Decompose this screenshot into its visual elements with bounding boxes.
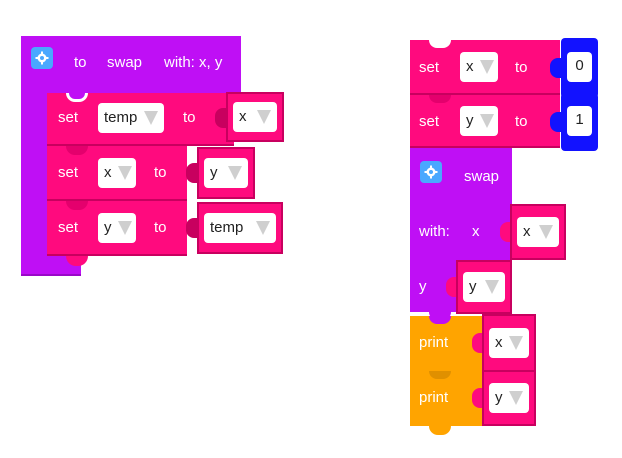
print-label: print (419, 334, 449, 351)
main-program-stack[interactable]: set x to 0 set y to 1 swap with: x x y y… (400, 30, 610, 450)
dropdown-triangle-icon (485, 280, 499, 294)
dropdown-triangle-icon (144, 111, 158, 125)
dropdown-triangle-icon (117, 166, 132, 180)
set-label: set (58, 219, 79, 236)
to-label: to (183, 109, 196, 126)
set-label: set (419, 113, 440, 130)
variable-dropdown[interactable]: y (463, 272, 505, 302)
variable-dropdown[interactable]: y (98, 213, 136, 243)
procedure-definition-block[interactable]: to swap with: x, y set temp to x set x t… (0, 0, 284, 290)
variable-name: y (469, 278, 477, 295)
to-label: to (515, 59, 528, 76)
dropdown-triangle-icon (509, 391, 523, 405)
variable-dropdown[interactable]: temp (98, 103, 164, 133)
variable-name: x (523, 223, 531, 240)
variable-dropdown[interactable]: y (489, 383, 529, 413)
set-label: set (58, 109, 79, 126)
procedure-params: with: x, y (164, 54, 223, 71)
variable-dropdown[interactable]: y (460, 106, 498, 136)
procedure-name[interactable]: swap (107, 53, 142, 73)
set-label: set (419, 59, 440, 76)
procedure-call-name: swap (464, 168, 500, 185)
procedure-to-label: to (74, 54, 87, 71)
dropdown-triangle-icon (509, 336, 523, 350)
variable-name: x (466, 58, 474, 75)
dropdown-triangle-icon (479, 114, 494, 128)
variable-name: x (239, 108, 247, 125)
variable-name: y (466, 112, 474, 129)
to-label: to (154, 219, 167, 236)
set-label: set (58, 164, 79, 181)
variable-name: x (495, 334, 503, 351)
variable-dropdown[interactable]: x (517, 217, 559, 247)
variable-dropdown[interactable]: y (204, 158, 248, 188)
variable-name: y (104, 219, 112, 236)
procedure-shadow (21, 274, 81, 276)
variable-dropdown[interactable]: x (98, 158, 136, 188)
number-value[interactable]: 1 (567, 106, 592, 136)
variable-dropdown[interactable]: x (233, 102, 277, 132)
variable-dropdown[interactable]: x (489, 328, 529, 358)
settings-gear-icon[interactable] (31, 47, 53, 69)
to-label: to (515, 113, 528, 130)
variable-name: x (104, 164, 112, 181)
number-value[interactable]: 0 (567, 52, 592, 82)
variable-name: y (210, 164, 218, 181)
dropdown-triangle-icon (117, 221, 132, 235)
to-label: to (154, 164, 167, 181)
block-bottom-bump (429, 426, 451, 435)
variable-dropdown[interactable]: x (460, 52, 498, 82)
with-label: with: (419, 223, 450, 240)
param-y-label: y (419, 278, 427, 295)
param-x-label: x (472, 223, 480, 240)
print-label: print (419, 389, 449, 406)
settings-gear-icon[interactable] (420, 161, 442, 183)
dropdown-triangle-icon (257, 110, 271, 124)
variable-name: temp (210, 219, 244, 236)
variable-name: temp (104, 109, 138, 126)
dropdown-triangle-icon (539, 225, 553, 239)
variable-dropdown[interactable]: temp (204, 213, 276, 243)
variable-name: y (495, 389, 503, 406)
dropdown-triangle-icon (256, 221, 270, 235)
dropdown-triangle-icon (228, 166, 242, 180)
procedure-left-rail (21, 36, 48, 276)
dropdown-triangle-icon (479, 60, 494, 74)
